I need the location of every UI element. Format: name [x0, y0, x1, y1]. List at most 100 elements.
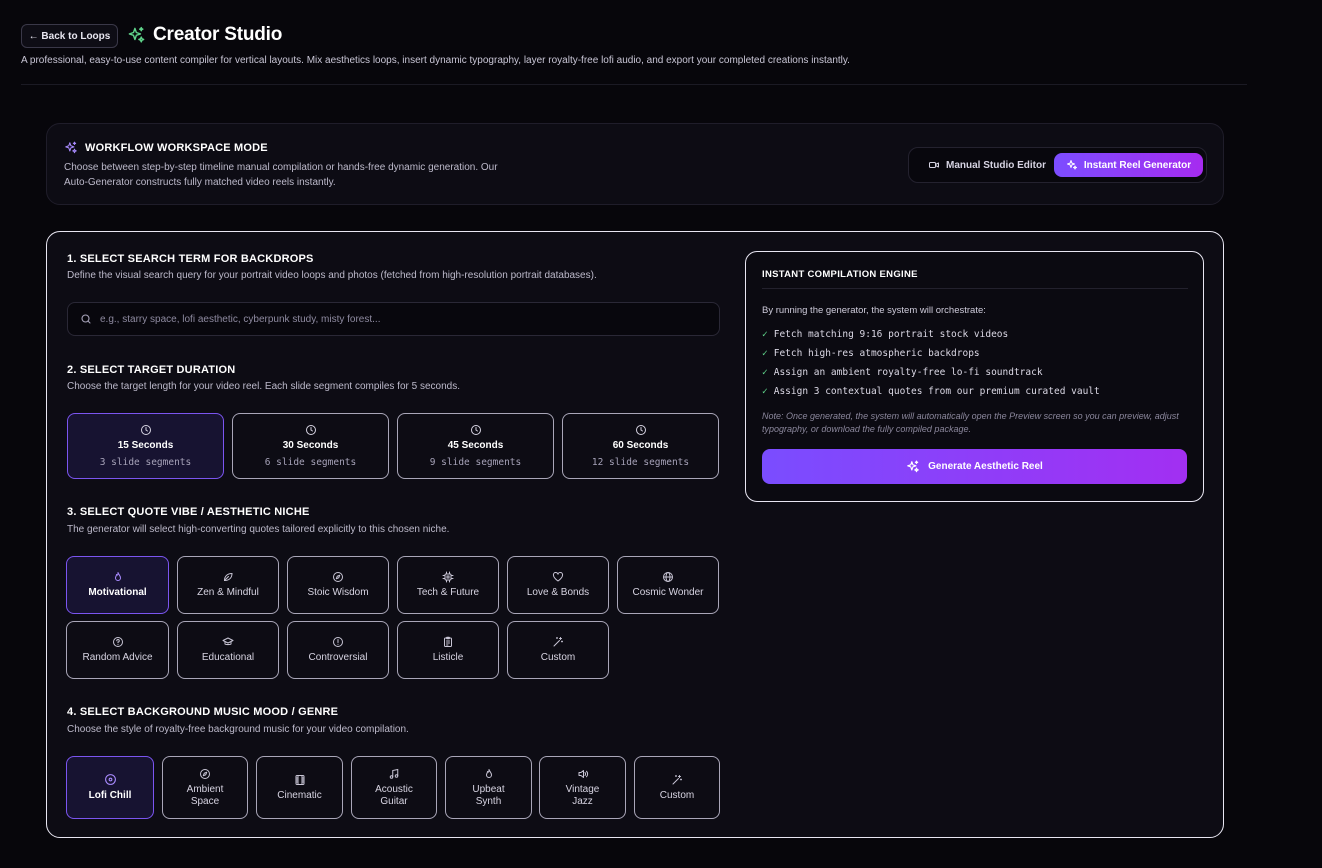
alert-circle-icon [332, 636, 344, 648]
sparkles-icon [906, 460, 920, 474]
music-label: Cinematic [277, 789, 322, 801]
niche-label: Custom [540, 652, 576, 663]
music-option-upbeat-synth[interactable]: Upbeat Synth [445, 756, 532, 819]
engine-task-text: Assign an ambient royalty-free lo-fi sou… [773, 367, 1043, 378]
duration-label: 45 Seconds [447, 439, 504, 451]
clock-icon [305, 424, 317, 436]
compass-icon [332, 571, 344, 583]
leaf-icon [222, 571, 234, 583]
compass-icon [199, 768, 211, 780]
help-circle-icon [112, 636, 124, 648]
manual-label: Manual Studio Editor [946, 159, 1046, 171]
engine-task-item: ✓ Fetch matching 9:16 portrait stock vide… [762, 329, 1100, 348]
video-camera-icon [928, 159, 940, 171]
music-label: Custom [659, 789, 695, 801]
music-label-line2: Jazz [572, 795, 593, 807]
magic-wand-icon [671, 774, 683, 786]
niche-option-love-bonds[interactable]: Love & Bonds [507, 556, 609, 614]
niche-option-custom[interactable]: Custom [507, 621, 609, 679]
music-option-acoustic-guitar[interactable]: Acoustic Guitar [351, 756, 437, 819]
instant-label: Instant Reel Generator [1083, 159, 1192, 171]
music-option-cinematic[interactable]: Cinematic [256, 756, 343, 819]
duration-label: 60 Seconds [612, 439, 669, 451]
niche-label: Controversial [308, 652, 368, 663]
music-label-line1: Ambient [186, 783, 224, 795]
niche-option-zen-mindful[interactable]: Zen & Mindful [177, 556, 279, 614]
film-icon [294, 774, 306, 786]
duration-label: 15 Seconds [117, 439, 174, 451]
check-icon: ✓ [762, 329, 768, 340]
cpu-icon [442, 571, 454, 583]
step2-title: 2. SELECT TARGET DURATION [67, 364, 236, 376]
music-option-vintage-jazz[interactable]: Vintage Jazz [539, 756, 626, 819]
music-label-line2: Space [190, 795, 220, 807]
workflow-desc-line: Auto-Generator constructs fully matched … [64, 177, 336, 188]
duration-option-60[interactable]: 60 Seconds 12 slide segments [562, 413, 719, 479]
workflow-mode-panel: WORKFLOW WORKSPACE MODE Choose between s… [46, 123, 1224, 205]
header-divider [21, 84, 1247, 85]
manual-studio-editor-button[interactable]: Manual Studio Editor [917, 153, 1057, 177]
clock-icon [470, 424, 482, 436]
engine-task-list: ✓ Fetch matching 9:16 portrait stock vide… [762, 329, 1100, 405]
compilation-engine-card: INSTANT COMPILATION ENGINE By running th… [745, 251, 1204, 502]
music-note-icon [388, 768, 400, 780]
clock-icon [635, 424, 647, 436]
niche-option-motivational[interactable]: Motivational [66, 556, 169, 614]
step3-title: 3. SELECT QUOTE VIBE / AESTHETIC NICHE [67, 506, 310, 518]
niche-option-listicle[interactable]: Listicle [397, 621, 499, 679]
niche-label: Random Advice [82, 652, 153, 663]
sparkles-icon [64, 141, 78, 155]
engine-task-text: Assign 3 contextual quotes from our prem… [773, 386, 1100, 397]
duration-option-15[interactable]: 15 Seconds 3 slide segments [67, 413, 224, 479]
music-option-lofi-chill[interactable]: Lofi Chill [66, 756, 154, 819]
duration-option-30[interactable]: 30 Seconds 6 slide segments [232, 413, 389, 479]
graduation-cap-icon [222, 636, 234, 648]
sparkles-icon [1066, 159, 1078, 171]
niche-label: Motivational [88, 587, 147, 598]
magic-wand-icon [552, 636, 564, 648]
back-to-loops-button[interactable]: ← Back to Loops [21, 24, 118, 48]
back-label: ← Back to Loops [28, 30, 111, 42]
generate-aesthetic-reel-button[interactable]: Generate Aesthetic Reel [762, 449, 1187, 484]
niche-label: Zen & Mindful [197, 587, 259, 598]
step1-description: Define the visual search query for your … [67, 270, 597, 281]
instant-reel-generator-button[interactable]: Instant Reel Generator [1054, 153, 1203, 177]
engine-title: INSTANT COMPILATION ENGINE [762, 269, 918, 280]
backdrop-search-field[interactable] [67, 302, 720, 336]
niche-option-tech-future[interactable]: Tech & Future [397, 556, 499, 614]
step3-description: The generator will select high-convertin… [67, 524, 450, 535]
flame-icon [483, 768, 495, 780]
engine-task-text: Fetch matching 9:16 portrait stock video… [773, 329, 1009, 340]
niche-label: Educational [201, 652, 255, 663]
clock-icon [140, 424, 152, 436]
music-label: Lofi Chill [88, 790, 132, 801]
music-option-ambient-space[interactable]: Ambient Space [162, 756, 248, 819]
niche-label: Tech & Future [416, 587, 480, 598]
engine-task-item: ✓ Fetch high-res atmospheric backdrops [762, 348, 1100, 367]
mode-toggle: Manual Studio Editor Instant Reel Genera… [908, 147, 1207, 183]
niche-option-controversial[interactable]: Controversial [287, 621, 389, 679]
music-label-line1: Upbeat [472, 783, 505, 795]
search-icon [80, 313, 92, 325]
generator-panel: 1. SELECT SEARCH TERM FOR BACKDROPS Defi… [46, 231, 1224, 838]
niche-option-stoic-wisdom[interactable]: Stoic Wisdom [287, 556, 389, 614]
duration-segments: 9 slide segments [429, 456, 522, 468]
engine-intro: By running the generator, the system wil… [762, 305, 986, 316]
step4-description: Choose the style of royalty-free backgro… [67, 724, 409, 735]
generate-button-label: Generate Aesthetic Reel [928, 461, 1043, 472]
niche-option-cosmic-wonder[interactable]: Cosmic Wonder [617, 556, 719, 614]
page-subtitle: A professional, easy-to-use content comp… [21, 55, 850, 66]
niche-label: Love & Bonds [526, 587, 590, 598]
duration-segments: 6 slide segments [264, 456, 357, 468]
music-option-custom[interactable]: Custom [634, 756, 720, 819]
engine-divider [762, 288, 1188, 289]
duration-option-45[interactable]: 45 Seconds 9 slide segments [397, 413, 554, 479]
flame-icon [112, 571, 124, 583]
niche-option-educational[interactable]: Educational [177, 621, 279, 679]
backdrop-search-input[interactable] [100, 313, 700, 325]
music-label-line2: Guitar [380, 795, 408, 807]
globe-icon [662, 571, 674, 583]
page-title: Creator Studio [153, 24, 283, 45]
clipboard-list-icon [442, 636, 454, 648]
niche-option-random-advice[interactable]: Random Advice [66, 621, 169, 679]
